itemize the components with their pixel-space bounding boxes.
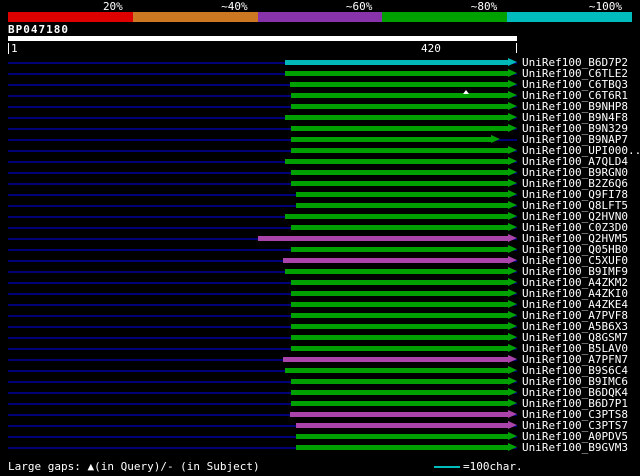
- alignment-bar[interactable]: [291, 280, 508, 285]
- alignment-bar[interactable]: [295, 423, 508, 428]
- hit-label[interactable]: UniRef100_B9GVM3: [522, 442, 628, 453]
- alignment-bar[interactable]: [284, 115, 508, 120]
- alignment-bar[interactable]: [284, 71, 508, 76]
- alignment-bar[interactable]: [258, 236, 508, 241]
- scale-end-tick: [516, 43, 517, 53]
- alignment-arrowhead-icon[interactable]: [508, 124, 517, 132]
- alignment-arrowhead-icon[interactable]: [508, 212, 517, 220]
- key-label: ~60%: [345, 0, 373, 13]
- alignment-bar[interactable]: [295, 203, 508, 208]
- identity-key-bar: [8, 12, 632, 22]
- alignment-arrowhead-icon[interactable]: [508, 278, 517, 286]
- alignment-arrowhead-icon[interactable]: [508, 355, 517, 363]
- alignment-bar[interactable]: [291, 181, 508, 186]
- alignment-arrowhead-icon[interactable]: [508, 80, 517, 88]
- query-bar: [8, 36, 517, 41]
- alignment-arrowhead-icon[interactable]: [508, 289, 517, 297]
- alignment-arrowhead-icon[interactable]: [508, 300, 517, 308]
- alignment-bar[interactable]: [295, 434, 508, 439]
- key-segment: [132, 12, 258, 22]
- alignment-bar[interactable]: [295, 445, 508, 450]
- alignment-row: UniRef100_B9GVM3: [0, 442, 640, 453]
- alignment-arrowhead-icon[interactable]: [508, 91, 517, 99]
- alignment-arrowhead-icon[interactable]: [508, 113, 517, 121]
- alignment-arrowhead-icon[interactable]: [508, 322, 517, 330]
- alignment-arrowhead-icon[interactable]: [508, 190, 517, 198]
- scale-start-label: 1: [8, 43, 18, 54]
- alignment-arrowhead-icon[interactable]: [508, 245, 517, 253]
- alignment-arrowhead-icon[interactable]: [508, 168, 517, 176]
- alignment-arrowhead-icon[interactable]: [508, 344, 517, 352]
- alignment-bar[interactable]: [291, 346, 508, 351]
- alignment-arrowhead-icon[interactable]: [508, 234, 517, 242]
- key-segment: [382, 12, 508, 22]
- alignment-arrowhead-icon[interactable]: [508, 58, 517, 66]
- alignment-bar[interactable]: [291, 335, 508, 340]
- key-label: ~40%: [221, 0, 248, 13]
- alignment-arrowhead-icon[interactable]: [508, 179, 517, 187]
- scalebar-legend: =100char.: [434, 460, 523, 473]
- gaps-legend: Large gaps: ▲(in Query)/- (in Subject): [8, 460, 260, 473]
- scalebar-text: =100char.: [463, 460, 523, 473]
- alignment-arrowhead-icon[interactable]: [508, 102, 517, 110]
- alignment-arrowhead-icon[interactable]: [508, 366, 517, 374]
- alignment-bar[interactable]: [282, 357, 508, 362]
- alignment-arrowhead-icon[interactable]: [508, 333, 517, 341]
- alignment-bar[interactable]: [291, 390, 508, 395]
- alignment-arrowhead-icon[interactable]: [508, 267, 517, 275]
- alignment-bar[interactable]: [284, 60, 508, 65]
- alignment-bar[interactable]: [291, 93, 508, 98]
- alignment-arrowhead-icon[interactable]: [508, 146, 517, 154]
- alignment-bar[interactable]: [284, 368, 508, 373]
- alignment-bar[interactable]: [291, 401, 508, 406]
- alignment-arrowhead-icon[interactable]: [508, 421, 517, 429]
- alignment-arrowhead-icon[interactable]: [508, 157, 517, 165]
- alignment-bar[interactable]: [291, 225, 508, 230]
- identity-key-labels: 20% ~40% ~60% ~80% ~100%: [0, 1, 640, 12]
- key-label: 20%: [102, 0, 123, 13]
- alignment-arrowhead-icon[interactable]: [508, 388, 517, 396]
- key-label: ~80%: [470, 0, 498, 13]
- alignment-bar[interactable]: [291, 313, 508, 318]
- alignment-bar[interactable]: [289, 82, 508, 87]
- gap-marker-icon: [462, 90, 469, 94]
- scale-end-label: 420: [421, 42, 441, 55]
- alignment-bar[interactable]: [291, 247, 508, 252]
- alignment-bar[interactable]: [291, 137, 491, 142]
- query-name: BP047180: [8, 23, 69, 36]
- alignment-bar[interactable]: [291, 148, 508, 153]
- alignment-arrowhead-icon[interactable]: [508, 201, 517, 209]
- alignment-bar[interactable]: [291, 126, 508, 131]
- alignment-bar[interactable]: [291, 104, 508, 109]
- alignment-arrowhead-icon[interactable]: [508, 443, 517, 451]
- alignment-bar[interactable]: [289, 412, 508, 417]
- alignment-bar[interactable]: [284, 269, 508, 274]
- alignment-bar[interactable]: [291, 291, 508, 296]
- alignment-arrowhead-icon[interactable]: [508, 256, 517, 264]
- key-segment: [8, 12, 133, 22]
- alignment-rows: UniRef100_B6D7P2 UniRef100_C6TLE2 UniRef10…: [0, 57, 640, 453]
- alignment-bar[interactable]: [291, 170, 508, 175]
- blast-graphical-overview: 20% ~40% ~60% ~80% ~100% BP047180 1 420 UniR…: [0, 0, 640, 476]
- key-label: ~100%: [588, 0, 623, 13]
- alignment-arrowhead-icon[interactable]: [508, 69, 517, 77]
- key-segment: [257, 12, 383, 22]
- alignment-arrowhead-icon[interactable]: [490, 135, 500, 143]
- alignment-arrowhead-icon[interactable]: [508, 311, 517, 319]
- alignment-arrowhead-icon[interactable]: [508, 223, 517, 231]
- alignment-bar[interactable]: [295, 192, 508, 197]
- alignment-bar[interactable]: [291, 302, 508, 307]
- alignment-bar[interactable]: [291, 324, 508, 329]
- scalebar-line-icon: [434, 465, 460, 468]
- alignment-bar[interactable]: [284, 214, 508, 219]
- alignment-arrowhead-icon[interactable]: [508, 399, 517, 407]
- alignment-bar[interactable]: [284, 159, 508, 164]
- key-segment: [507, 12, 632, 22]
- alignment-bar[interactable]: [291, 379, 508, 384]
- alignment-arrowhead-icon[interactable]: [508, 377, 517, 385]
- alignment-arrowhead-icon[interactable]: [508, 410, 517, 418]
- alignment-bar[interactable]: [282, 258, 508, 263]
- alignment-arrowhead-icon[interactable]: [508, 432, 517, 440]
